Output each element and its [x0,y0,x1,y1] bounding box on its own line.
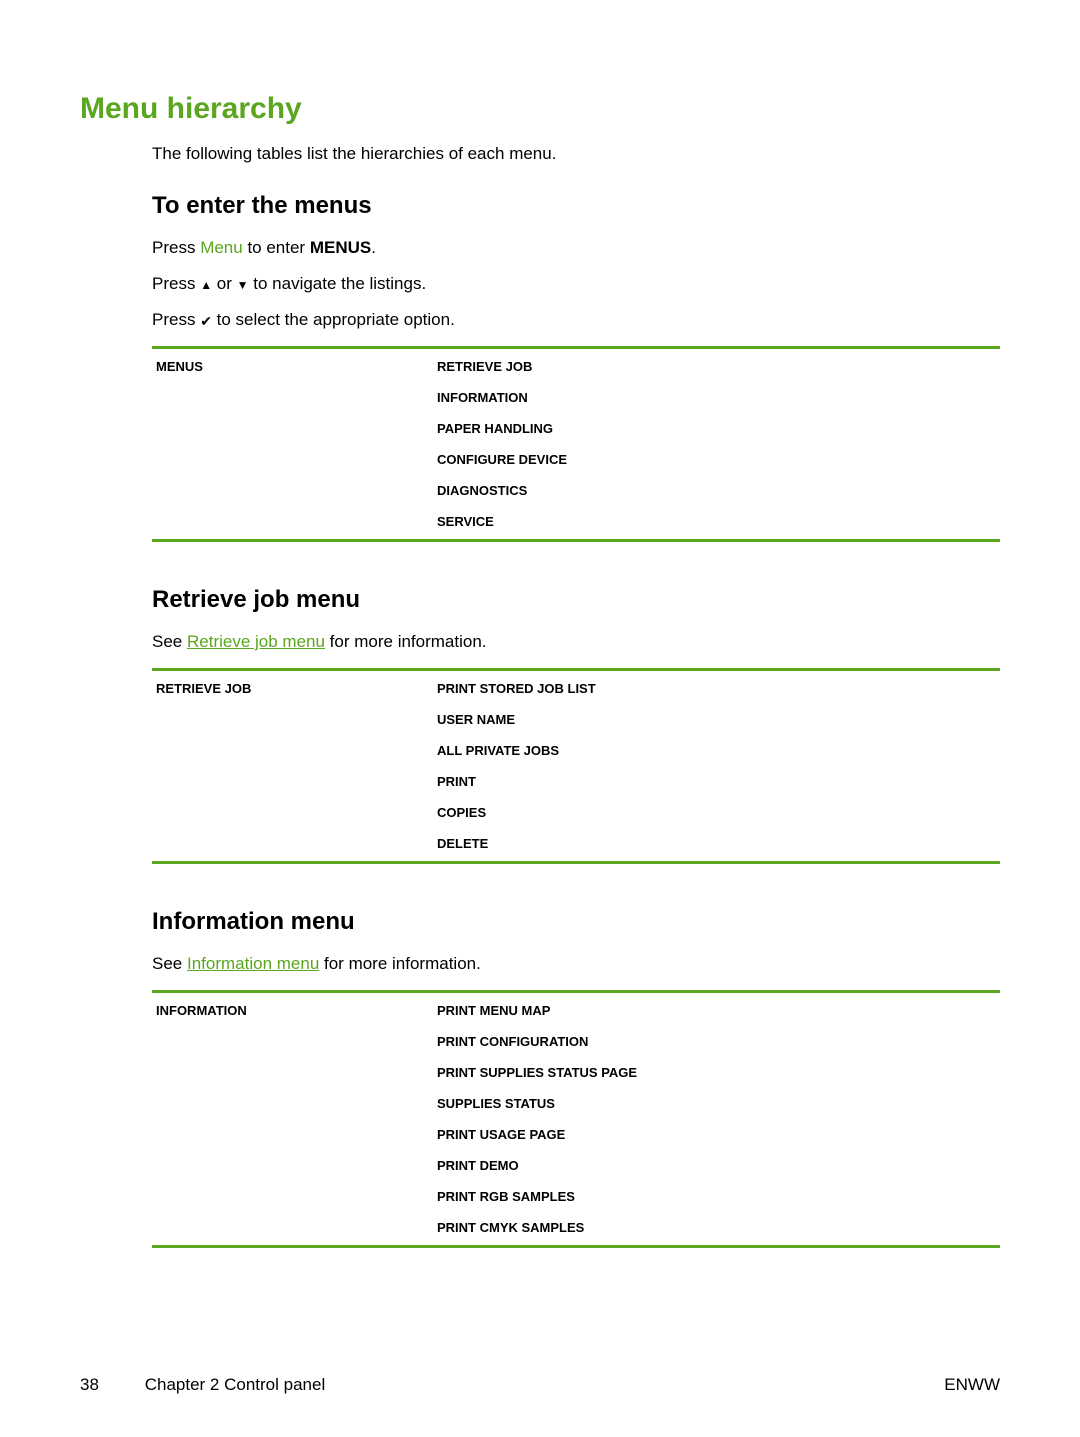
text: to navigate the listings. [249,274,427,293]
footer-right: ENWW [944,1375,1000,1395]
body-content: The following tables list the hierarchie… [152,144,1000,1248]
text: See [152,954,187,973]
see-retrieve: See Retrieve job menu for more informati… [152,632,1000,652]
table-item: PRINT USAGE PAGE [437,1119,1000,1150]
text: See [152,632,187,651]
text: or [212,274,237,293]
table-item: PRINT [437,766,1000,797]
table-left-header: RETRIEVE JOB [152,671,437,706]
table-item: PRINT MENU MAP [437,1003,1000,1026]
table-item: DIAGNOSTICS [437,475,1000,506]
instruction-select: Press ✔ to select the appropriate option… [152,310,1000,330]
text: for more information. [319,954,481,973]
table-item: DELETE [437,828,1000,851]
table-item: PRINT SUPPLIES STATUS PAGE [437,1057,1000,1088]
section-heading-information: Information menu [152,908,1000,936]
see-information: See Information menu for more informatio… [152,954,1000,974]
table-left-header: INFORMATION [152,993,437,1028]
menus-table: MENUS RETRIEVE JOB INFORMATION PAPER HAN… [152,346,1000,542]
down-arrow-icon: ▼ [237,279,249,291]
table-item: ALL PRIVATE JOBS [437,735,1000,766]
check-icon: ✔ [200,314,212,328]
retrieve-link[interactable]: Retrieve job menu [187,632,325,651]
information-link[interactable]: Information menu [187,954,319,973]
table-item: INFORMATION [437,382,1000,413]
chapter-label: Chapter 2 Control panel [145,1375,326,1394]
page-title: Menu hierarchy [80,92,1000,126]
table-left-header: MENUS [152,349,437,384]
table-item: PRINT CMYK SAMPLES [437,1212,1000,1235]
table-item: PRINT STORED JOB LIST [437,681,1000,704]
table-item: PRINT DEMO [437,1150,1000,1181]
section-heading-enter: To enter the menus [152,192,1000,220]
text: Press [152,238,200,257]
table-right-column: PRINT MENU MAP PRINT CONFIGURATION PRINT… [437,993,1000,1245]
retrieve-table: RETRIEVE JOB PRINT STORED JOB LIST USER … [152,668,1000,864]
table-item: USER NAME [437,704,1000,735]
menu-word: Menu [200,238,243,257]
instruction-enter: Press Menu to enter MENUS. [152,238,1000,258]
table-item: PAPER HANDLING [437,413,1000,444]
text: to select the appropriate option. [212,310,455,329]
page-number: 38 [80,1375,140,1395]
up-arrow-icon: ▲ [200,279,212,291]
section-heading-retrieve: Retrieve job menu [152,586,1000,614]
text: Press [152,274,200,293]
table-right-column: RETRIEVE JOB INFORMATION PAPER HANDLING … [437,349,1000,539]
table-item: COPIES [437,797,1000,828]
table-item: PRINT RGB SAMPLES [437,1181,1000,1212]
table-item: RETRIEVE JOB [437,359,1000,382]
table-right-column: PRINT STORED JOB LIST USER NAME ALL PRIV… [437,671,1000,861]
document-page: Menu hierarchy The following tables list… [0,0,1080,1437]
table-item: CONFIGURE DEVICE [437,444,1000,475]
instruction-navigate: Press ▲ or ▼ to navigate the listings. [152,274,1000,294]
information-table: INFORMATION PRINT MENU MAP PRINT CONFIGU… [152,990,1000,1248]
table-item: PRINT CONFIGURATION [437,1026,1000,1057]
text: . [371,238,376,257]
page-footer: 38 Chapter 2 Control panel ENWW [80,1375,1000,1397]
table-item: SUPPLIES STATUS [437,1088,1000,1119]
text: for more information. [325,632,487,651]
text: Press [152,310,200,329]
text: to enter [243,238,310,257]
menus-bold: MENUS [310,238,371,257]
table-item: SERVICE [437,506,1000,529]
intro-text: The following tables list the hierarchie… [152,144,1000,164]
